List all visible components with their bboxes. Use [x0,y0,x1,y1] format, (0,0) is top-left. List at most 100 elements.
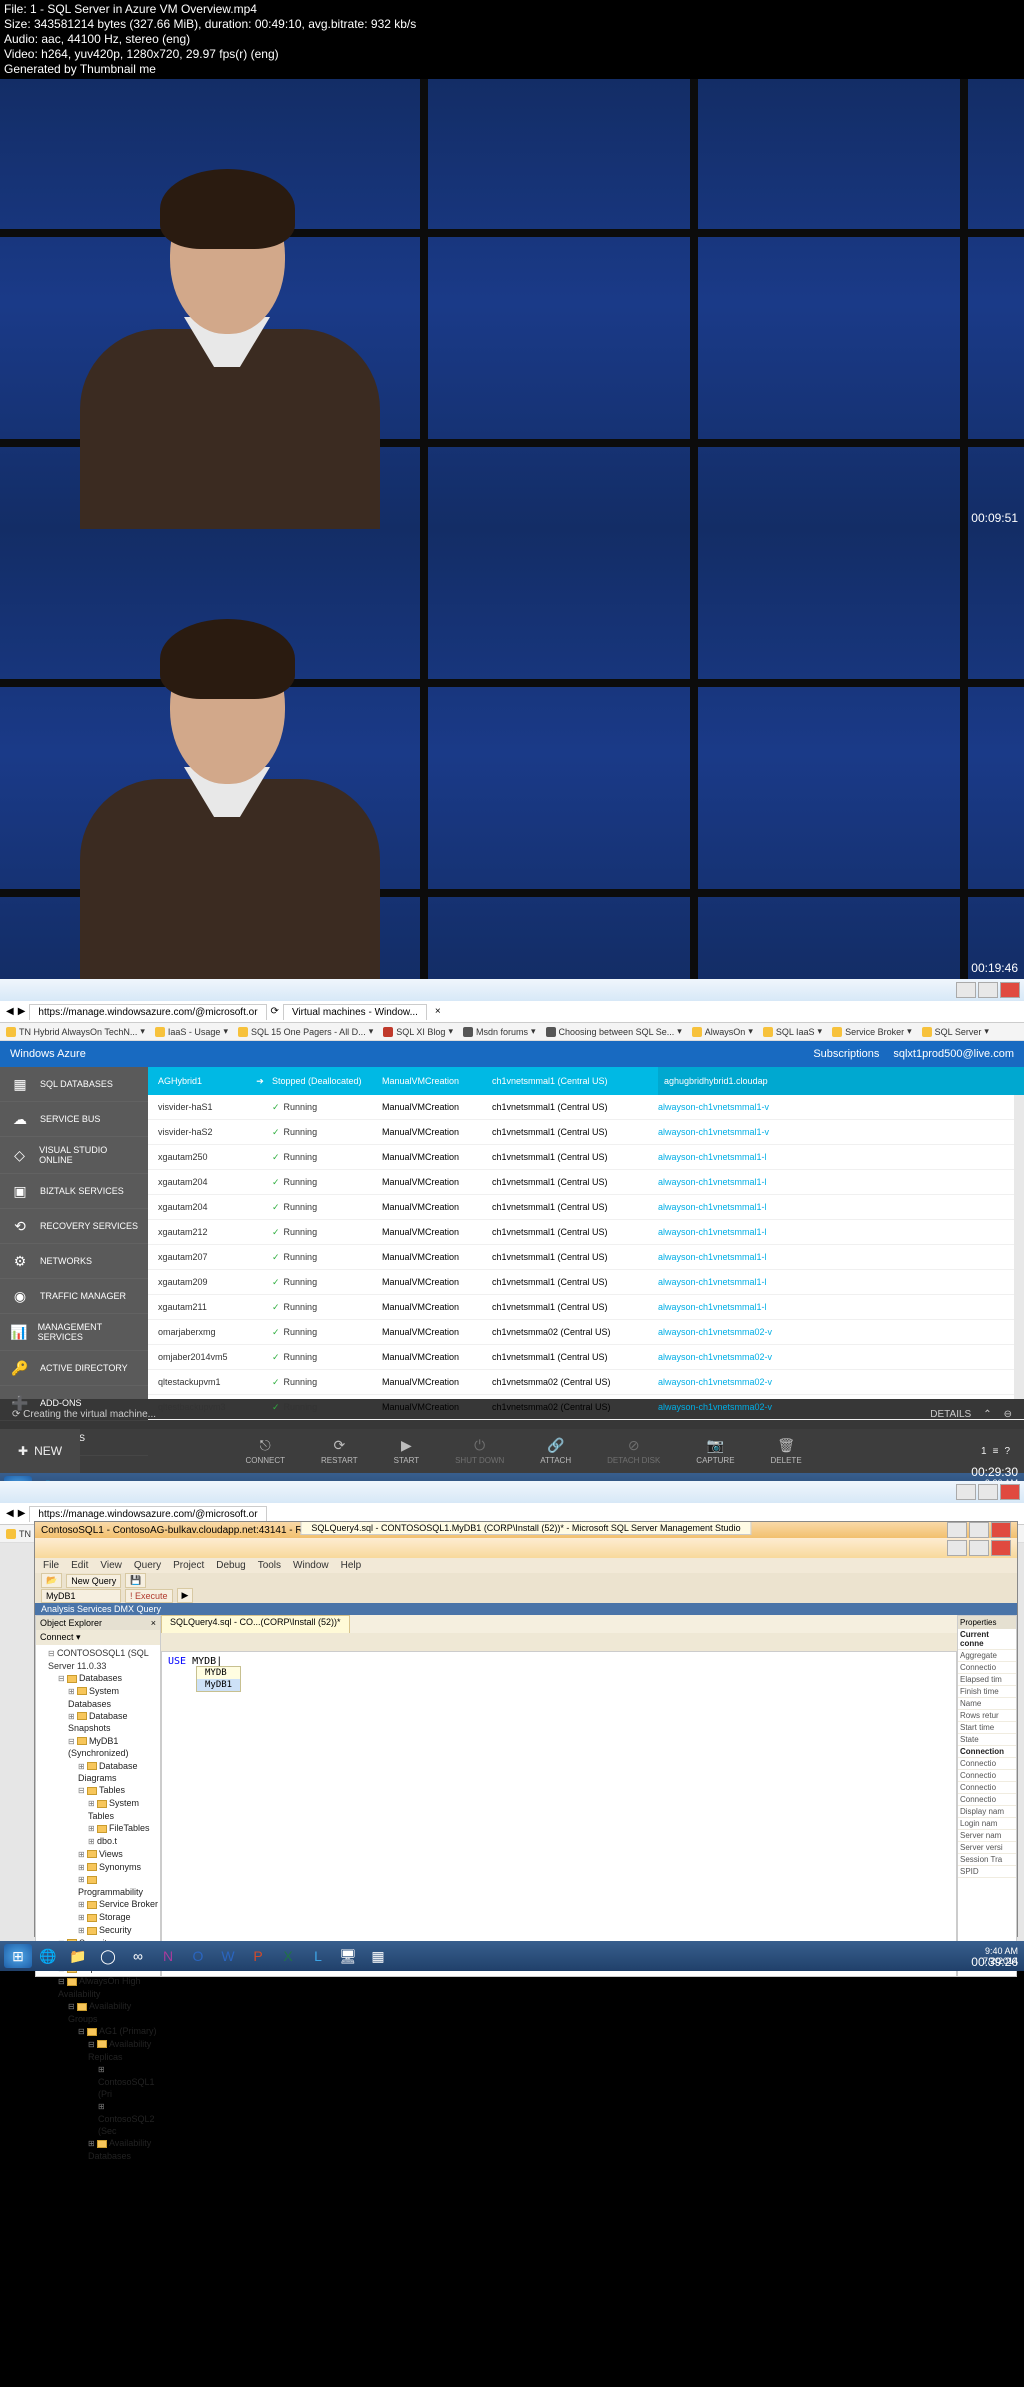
debug-icon[interactable]: ▶ [177,1588,194,1603]
editor-tab[interactable]: SQLQuery4.sql - CO...(CORP\Install (52))… [161,1615,350,1633]
vm-row[interactable]: qltestbackupvm3✓RunningManualVMCreationc… [148,1395,1024,1420]
subscriptions-button[interactable]: Subscriptions [813,1048,879,1060]
vm-row[interactable]: xgautam204✓RunningManualVMCreationch1vne… [148,1195,1024,1220]
forward-icon[interactable]: ▶ [18,1006,26,1017]
word-icon[interactable]: W [214,1944,242,1968]
cmd-shut-down[interactable]: ⏻SHUT DOWN [437,1437,522,1465]
menu-project[interactable]: Project [173,1560,204,1571]
powerpoint-icon[interactable]: P [244,1944,272,1968]
vm-row[interactable]: qltestackupvm1✓RunningManualVMCreationch… [148,1370,1024,1395]
cmd-detach-disk[interactable]: ⊘DETACH DISK [589,1437,678,1465]
vm-row[interactable]: xgautam209✓RunningManualVMCreationch1vne… [148,1270,1024,1295]
timestamp-1: 00:09:51 [971,511,1018,525]
connect-button[interactable]: Connect ▾ [36,1630,160,1645]
menu-tools[interactable]: Tools [258,1560,281,1571]
vm-selected-dns[interactable]: aghugbridhybrid1.cloudap [658,1067,1024,1095]
back-icon[interactable]: ◀ [6,1006,14,1017]
nav-icon[interactable]: ≡ [993,1446,999,1457]
minimize-button[interactable] [956,982,976,998]
cmd-delete[interactable]: 🗑DELETE [753,1437,820,1465]
intellisense-popup[interactable]: MYDB MyDB1 [196,1666,241,1692]
cmd-attach[interactable]: 🔗ATTACH [522,1437,589,1465]
menu-query[interactable]: Query [134,1560,161,1571]
bookmark-item[interactable]: SQL XI Blog ▾ [383,1026,453,1037]
menu-view[interactable]: View [100,1560,122,1571]
menu-debug[interactable]: Debug [216,1560,245,1571]
vm-row[interactable]: xgautam212✓RunningManualVMCreationch1vne… [148,1220,1024,1245]
onenote-icon[interactable]: N [154,1944,182,1968]
menu-help[interactable]: Help [341,1560,362,1571]
vm-selected-name[interactable]: AGHybrid1 [148,1076,248,1086]
code-area[interactable]: USE MYDB| MYDB MyDB1 [161,1651,957,1977]
db-selector[interactable]: MyDB1 [41,1589,121,1603]
outer-address[interactable]: https://manage.windowsazure.com/@microso… [29,1506,266,1522]
rdp-icon[interactable]: 🖥 [334,1944,362,1968]
timestamp-3: 00:29:30 [971,1465,1018,1479]
vm-row[interactable]: xgautam204✓RunningManualVMCreationch1vne… [148,1170,1024,1195]
vm-row[interactable]: omarjaberxmg✓RunningManualVMCreationch1v… [148,1320,1024,1345]
bookmark-item[interactable]: TN Hybrid AlwaysOn TechN... ▾ [6,1026,145,1037]
sidebar-item[interactable]: ◉TRAFFIC MANAGER [0,1279,148,1314]
vm-row[interactable]: visvider-haS1✓RunningManualVMCreationch1… [148,1095,1024,1120]
tree[interactable]: CONTOSOSQL1 (SQL Server 11.0.33 Database… [36,1645,160,2164]
close-button[interactable] [1000,982,1020,998]
vm-row[interactable]: xgautam250✓RunningManualVMCreationch1vne… [148,1145,1024,1170]
menu-file[interactable]: File [43,1560,59,1571]
execute-button[interactable]: ! Execute [125,1589,173,1603]
app-icon[interactable]: ▦ [364,1944,392,1968]
explorer-icon[interactable]: 📁 [64,1944,92,1968]
excel-icon[interactable]: X [274,1944,302,1968]
sidebar-item[interactable]: ⟲RECOVERY SERVICES [0,1209,148,1244]
bookmark-item[interactable]: Service Broker ▾ [832,1026,912,1037]
browser-tab-close-icon[interactable]: × [431,1006,445,1017]
refresh-icon[interactable]: ⟳ [271,1006,279,1017]
chrome-icon[interactable]: ◯ [94,1944,122,1968]
bookmark-item[interactable]: Choosing between SQL Se... ▾ [546,1026,682,1037]
sidebar-item[interactable]: ▣BIZTALK SERVICES [0,1174,148,1209]
bookmark-item[interactable]: IaaS - Usage ▾ [155,1026,228,1037]
new-query-button[interactable]: New Query [66,1574,121,1588]
save-icon[interactable]: 💾 [125,1573,146,1588]
sidebar-item[interactable]: ▦SQL DATABASES [0,1067,148,1102]
maximize-button[interactable] [978,982,998,998]
outlook-icon[interactable]: O [184,1944,212,1968]
vm-row[interactable]: visvider-haS2✓RunningManualVMCreationch1… [148,1120,1024,1145]
bookmark-item[interactable]: AlwaysOn ▾ [692,1026,753,1037]
sidebar-item[interactable]: ☁SERVICE BUS [0,1102,148,1137]
property-row: State [958,1734,1016,1746]
cmd-connect[interactable]: ⎋CONNECT [227,1437,303,1465]
address-bar[interactable]: https://manage.windowsazure.com/@microso… [29,1004,266,1020]
browser-titlebar [0,979,1024,1001]
browser-tab-vm[interactable]: Virtual machines - Window... [283,1004,427,1020]
sidebar-item[interactable]: 📊MANAGEMENT SERVICES [0,1314,148,1351]
cmd-restart[interactable]: ⟳RESTART [303,1437,376,1465]
open-icon[interactable]: 📂 [41,1573,62,1588]
bookmark-item[interactable]: SQL Server ▾ [922,1026,989,1037]
new-button[interactable]: ✚NEW [0,1429,80,1473]
sidebar-item[interactable]: ⚙NETWORKS [0,1244,148,1279]
cmd-start[interactable]: ▶START [376,1437,437,1465]
start-button[interactable]: ⊞ [4,1944,32,1968]
bookmark-item[interactable]: Msdn forums ▾ [463,1026,536,1037]
vm-scrollbar[interactable] [1014,1095,1024,1399]
ssms-toolbar-1: 📂 New Query 💾 [35,1573,1017,1588]
account-label[interactable]: sqlxt1prod500@live.com [893,1048,1014,1060]
sidebar-item[interactable]: ◇VISUAL STUDIO ONLINE [0,1137,148,1174]
bookmark-item[interactable]: SQL 15 One Pagers - All D... ▾ [238,1026,373,1037]
cmd-capture[interactable]: 📷CAPTURE [678,1437,752,1465]
vm-row[interactable]: omjaber2014vm5✓RunningManualVMCreationch… [148,1345,1024,1370]
sidebar-item[interactable]: 🔑ACTIVE DIRECTORY [0,1351,148,1386]
vm-arrow-icon[interactable]: ➔ [248,1076,272,1087]
help-icon[interactable]: ? [1004,1446,1010,1457]
oe-close-icon[interactable]: × [151,1618,156,1628]
ie-icon[interactable]: 🌐 [34,1944,62,1968]
vm-row[interactable]: xgautam207✓RunningManualVMCreationch1vne… [148,1245,1024,1270]
vs-icon[interactable]: ∞ [124,1944,152,1968]
menu-edit[interactable]: Edit [71,1560,88,1571]
azure-command-bar: ✚NEW ⎋CONNECT⟳RESTART▶START⏻SHUT DOWN🔗AT… [0,1429,1024,1473]
menu-window[interactable]: Window [293,1560,329,1571]
vm-row[interactable]: xgautam211✓RunningManualVMCreationch1vne… [148,1295,1024,1320]
bookmark-item[interactable]: SQL IaaS ▾ [763,1026,822,1037]
browser-tabs-row: ◀ ▶ https://manage.windowsazure.com/@mic… [0,1001,1024,1023]
lync-icon[interactable]: L [304,1944,332,1968]
